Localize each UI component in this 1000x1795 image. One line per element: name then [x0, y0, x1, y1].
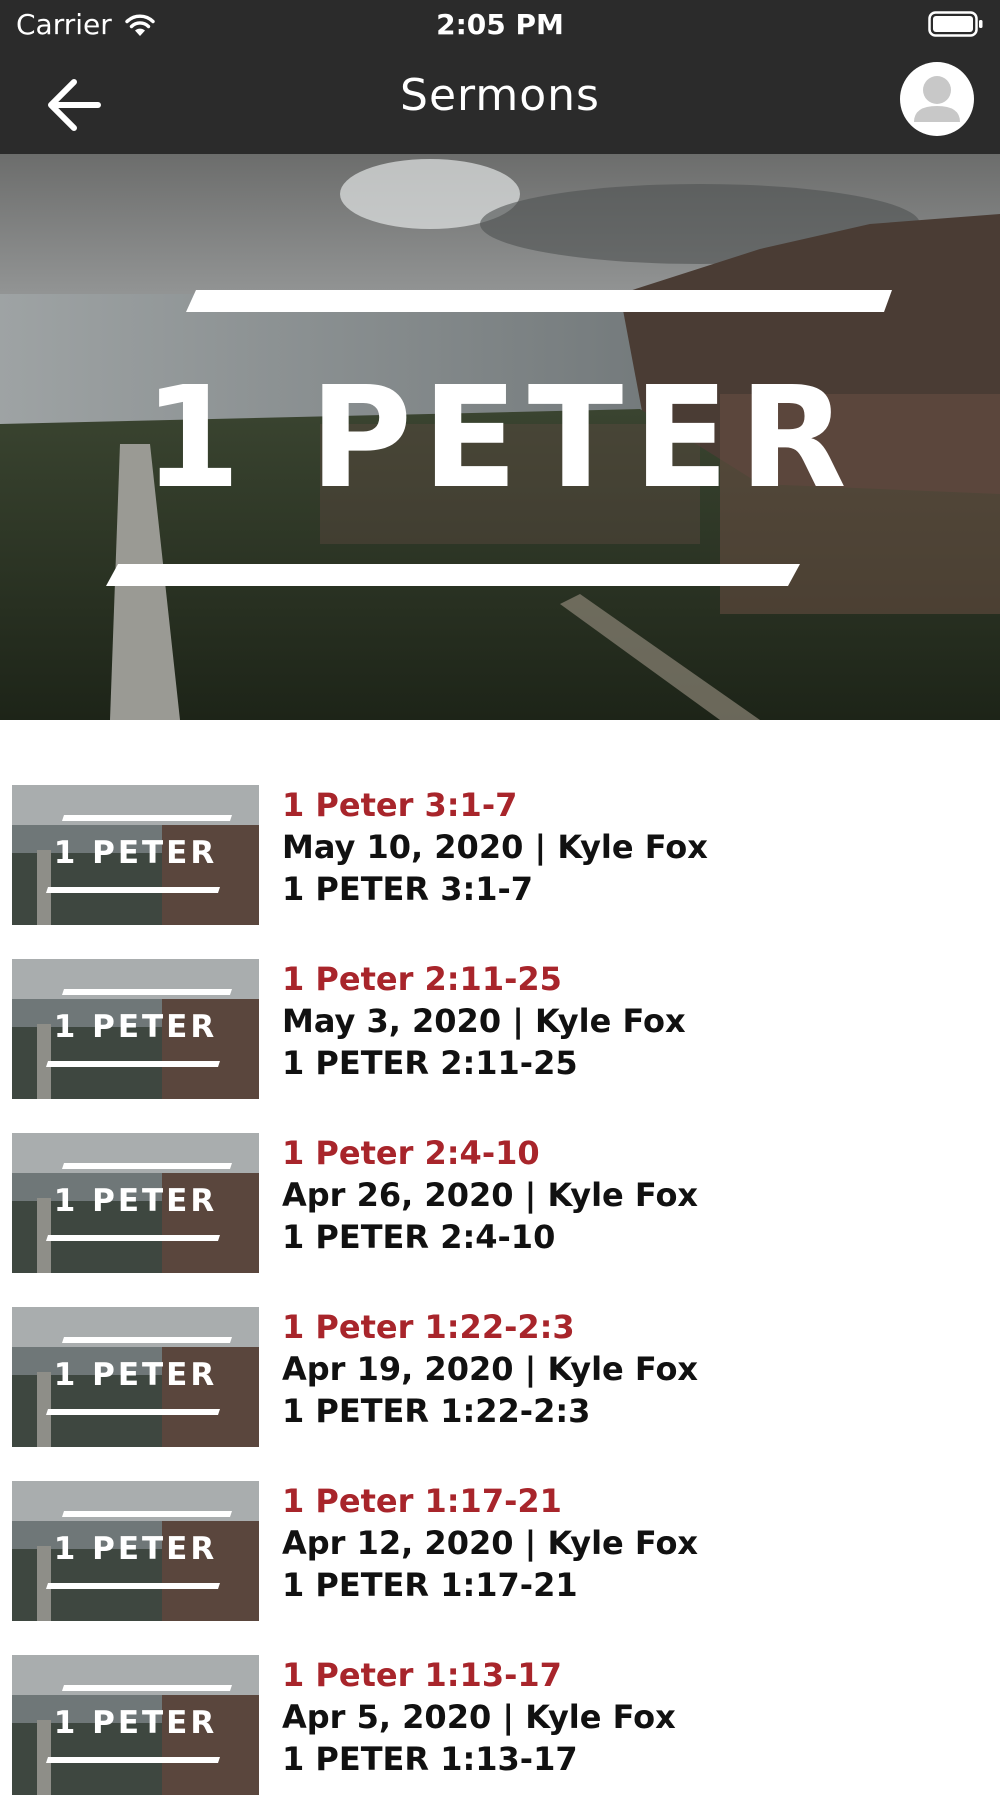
series-title: 1 PETER — [143, 357, 857, 520]
page-title: Sermons — [400, 70, 600, 121]
list-item[interactable]: 1 PETER 1 Peter 1:22-2:3 Apr 19, 2020 | … — [0, 1242, 1000, 1447]
series-banner: 1 PETER — [0, 154, 1000, 720]
sermon-title: 1 Peter 1:22-2:3 — [282, 1308, 575, 1346]
sermon-meta: May 3, 2020 | Kyle Fox — [282, 1002, 686, 1040]
list-item[interactable]: 1 PETER 1 Peter 2:11-25 May 3, 2020 | Ky… — [0, 894, 1000, 1099]
thumbnail-label: 1 PETER — [53, 1183, 218, 1219]
sermon-title: 1 Peter 2:4-10 — [282, 1134, 540, 1172]
sermon-meta: May 10, 2020 | Kyle Fox — [282, 828, 708, 866]
sermon-meta: Apr 12, 2020 | Kyle Fox — [282, 1524, 699, 1562]
sermon-meta: Apr 26, 2020 | Kyle Fox — [282, 1176, 699, 1214]
sermon-thumbnail: 1 PETER — [12, 1655, 259, 1795]
thumbnail-label: 1 PETER — [53, 1531, 218, 1567]
list-item[interactable]: 1 PETER 1 Peter 2:4-10 Apr 26, 2020 | Ky… — [0, 1068, 1000, 1273]
sermon-meta: Apr 5, 2020 | Kyle Fox — [282, 1698, 676, 1736]
user-avatar-icon — [914, 76, 960, 122]
sermon-subtitle: 1 PETER 1:13-17 — [282, 1740, 578, 1778]
sermon-title: 1 Peter 1:17-21 — [282, 1482, 562, 1520]
list-item[interactable]: 1 PETER 1 Peter 3:1-7 May 10, 2020 | Kyl… — [0, 720, 1000, 925]
sermon-meta: Apr 19, 2020 | Kyle Fox — [282, 1350, 699, 1388]
sermon-title: 1 Peter 2:11-25 — [282, 960, 562, 998]
top-bar: Carrier 2:05 PM Sermons — [0, 0, 1000, 154]
list-item[interactable]: 1 PETER 1 Peter 1:13-17 Apr 5, 2020 | Ky… — [0, 1590, 1000, 1795]
battery-icon — [928, 11, 983, 37]
sermon-title: 1 Peter 3:1-7 — [282, 786, 518, 824]
thumbnail-label: 1 PETER — [53, 835, 218, 871]
thumbnail-label: 1 PETER — [53, 1009, 218, 1045]
list-item[interactable]: 1 PETER 1 Peter 1:17-21 Apr 12, 2020 | K… — [0, 1416, 1000, 1621]
status-time: 2:05 PM — [436, 8, 564, 41]
thumbnail-label: 1 PETER — [53, 1705, 218, 1741]
thumbnail-label: 1 PETER — [53, 1357, 218, 1393]
profile-button[interactable] — [900, 62, 974, 136]
sermon-title: 1 Peter 1:13-17 — [282, 1656, 562, 1694]
